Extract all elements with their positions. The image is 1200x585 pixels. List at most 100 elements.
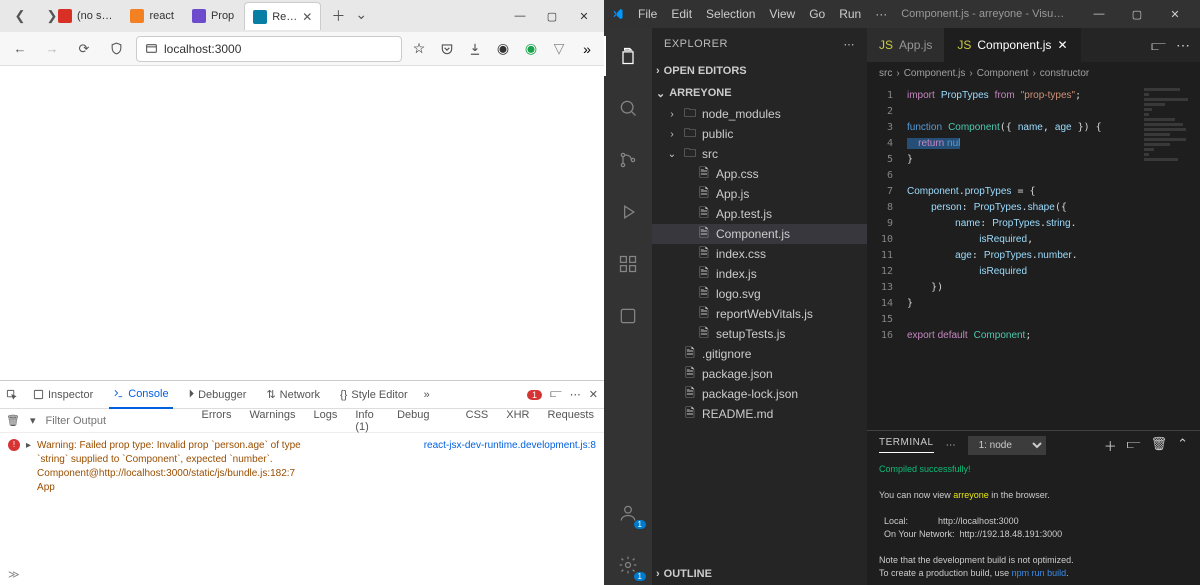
browser-tab[interactable]: Prop (184, 2, 242, 30)
folder-node_modules[interactable]: ›🗀node_modules (652, 104, 867, 124)
filter-xhr[interactable]: XHR (502, 409, 533, 433)
menu-run[interactable]: Run (839, 7, 861, 21)
filter-icon[interactable]: ▾ (30, 414, 36, 427)
reload-icon[interactable]: ⟳ (72, 37, 96, 61)
menu-file[interactable]: File (638, 7, 657, 21)
activity-extensions-icon[interactable] (604, 244, 652, 284)
terminal-max-icon[interactable]: ⌃ (1177, 436, 1188, 455)
error-count-badge[interactable]: 1 (527, 390, 542, 400)
site-info-icon[interactable] (145, 42, 158, 55)
console-warning-row[interactable]: ! ▸ Warning: Failed prop type: Invalid p… (8, 439, 596, 495)
file-index-js[interactable]: 🗎index.js (652, 264, 867, 284)
file-component-js[interactable]: 🗎Component.js (652, 224, 867, 244)
filter-logs[interactable]: Logs (310, 409, 342, 433)
browser-tab[interactable]: Re…✕ (244, 2, 321, 30)
activity-misc-icon[interactable] (604, 296, 652, 336)
activity-scm-icon[interactable] (604, 140, 652, 180)
file-setuptests-js[interactable]: 🗎setupTests.js (652, 324, 867, 344)
devtools-tab-inspector[interactable]: Inspector (29, 381, 97, 409)
filter-css[interactable]: CSS (462, 409, 493, 433)
overflow-icon[interactable]: » (578, 40, 596, 58)
crumb[interactable]: Component (977, 68, 1029, 79)
window-min-icon[interactable]: — (506, 4, 534, 28)
expand-icon[interactable]: ▸ (26, 439, 31, 495)
terminal-output[interactable]: Compiled successfully! You can now view … (867, 459, 1200, 585)
warning-source-link[interactable]: react-jsx-dev-runtime.development.js:8 (424, 439, 596, 495)
menu-edit[interactable]: Edit (671, 7, 692, 21)
clear-console-icon[interactable]: 🗑 (6, 414, 20, 427)
filter-errors[interactable]: Errors (198, 409, 236, 433)
terminal-split-icon[interactable]: ⫍ (1127, 436, 1141, 455)
filter-warnings[interactable]: Warnings (245, 409, 299, 433)
crumb[interactable]: constructor (1040, 68, 1089, 79)
section-workspace[interactable]: ⌄ARREYONE (652, 82, 867, 104)
activity-search-icon[interactable] (604, 88, 652, 128)
code-editor[interactable]: 12345678910111213141516 import PropTypes… (867, 84, 1200, 430)
extension1-icon[interactable]: ◉ (494, 40, 512, 58)
extension3-icon[interactable]: ▽ (550, 40, 568, 58)
terminal-tab[interactable]: TERMINAL (879, 437, 934, 453)
vs-close-icon[interactable]: ✕ (1158, 0, 1192, 28)
pocket-icon[interactable] (438, 40, 456, 58)
devtools-split-icon[interactable]: ⫍ (550, 388, 562, 401)
filter-debug[interactable]: Debug (393, 409, 433, 433)
vs-min-icon[interactable]: — (1082, 0, 1116, 28)
breadcrumbs[interactable]: src › Component.js › Component › constru… (867, 62, 1200, 84)
filter-requests[interactable]: Requests (544, 409, 598, 433)
menu-selection[interactable]: Selection (706, 7, 755, 21)
activity-debug-icon[interactable] (604, 192, 652, 232)
folder-src[interactable]: ⌄🗀src (652, 144, 867, 164)
menu-···[interactable]: ··· (875, 7, 887, 21)
editor-tab-component-js[interactable]: JSComponent.js✕ (945, 28, 1080, 62)
file-reportwebvitals-js[interactable]: 🗎reportWebVitals.js (652, 304, 867, 324)
crumb[interactable]: Component.js (904, 68, 966, 79)
devtools-tab-debugger[interactable]: ⏵Debugger (185, 381, 251, 409)
shield-icon[interactable] (104, 37, 128, 61)
file-index-css[interactable]: 🗎index.css (652, 244, 867, 264)
file-app-test-js[interactable]: 🗎App.test.js (652, 204, 867, 224)
tabs-dropdown-icon[interactable]: ⌄ (355, 6, 367, 26)
url-input[interactable]: localhost:3000 (136, 36, 402, 62)
split-editor-icon[interactable]: ⫍ (1151, 37, 1166, 54)
file-readme-md[interactable]: 🗎README.md (652, 404, 867, 424)
tab-close-icon[interactable]: ✕ (1057, 38, 1067, 52)
bookmark-star-icon[interactable]: ☆ (410, 40, 428, 58)
tab-close-icon[interactable]: ✕ (302, 10, 312, 24)
menu-go[interactable]: Go (809, 7, 825, 21)
browser-tab[interactable]: react (122, 2, 181, 30)
downloads-icon[interactable] (466, 40, 484, 58)
activity-account-icon[interactable]: 1 (604, 493, 652, 533)
minimap[interactable] (1140, 84, 1200, 430)
file--gitignore[interactable]: 🗎.gitignore (652, 344, 867, 364)
file-package-lock-json[interactable]: 🗎package-lock.json (652, 384, 867, 404)
devtools-tab-network[interactable]: ⇅Network (262, 381, 324, 409)
console-prompt[interactable]: ≫ (0, 564, 604, 585)
extension2-icon[interactable]: ◉ (522, 40, 540, 58)
terminal-select[interactable]: 1: node (968, 436, 1046, 455)
section-outline[interactable]: ›OUTLINE (652, 563, 867, 585)
devtools-close-icon[interactable]: ✕ (589, 388, 598, 401)
filter-input[interactable] (46, 415, 188, 427)
devtools-pick-icon[interactable] (6, 389, 17, 400)
window-close-icon[interactable]: ✕ (570, 4, 598, 28)
crumb[interactable]: src (879, 68, 892, 79)
editor-more-icon[interactable]: ⋯ (1176, 37, 1190, 54)
section-open-editors[interactable]: ›OPEN EDITORS (652, 60, 867, 82)
file-logo-svg[interactable]: 🗎logo.svg (652, 284, 867, 304)
devtools-menu-icon[interactable]: ⋯ (570, 388, 581, 401)
new-tab-button[interactable]: ＋ (331, 6, 345, 26)
editor-tab-app-js[interactable]: JSApp.js (867, 28, 945, 62)
terminal-kill-icon[interactable]: 🗑 (1151, 436, 1168, 455)
folder-public[interactable]: ›🗀public (652, 124, 867, 144)
window-max-icon[interactable]: ▢ (538, 4, 566, 28)
devtools-tab-styleeditor[interactable]: {}Style Editor (336, 381, 412, 409)
menu-view[interactable]: View (769, 7, 795, 21)
terminal-menu-icon[interactable]: ⋯ (946, 440, 956, 451)
history-fwd-icon[interactable]: ❯ (40, 4, 64, 28)
nav-back-icon[interactable]: ← (8, 37, 32, 61)
file-package-json[interactable]: 🗎package.json (652, 364, 867, 384)
activity-explorer-icon[interactable] (604, 36, 652, 76)
activity-settings-icon[interactable]: 1 (604, 545, 652, 585)
devtools-more-icon[interactable]: » (424, 389, 430, 401)
vs-max-icon[interactable]: ▢ (1120, 0, 1154, 28)
